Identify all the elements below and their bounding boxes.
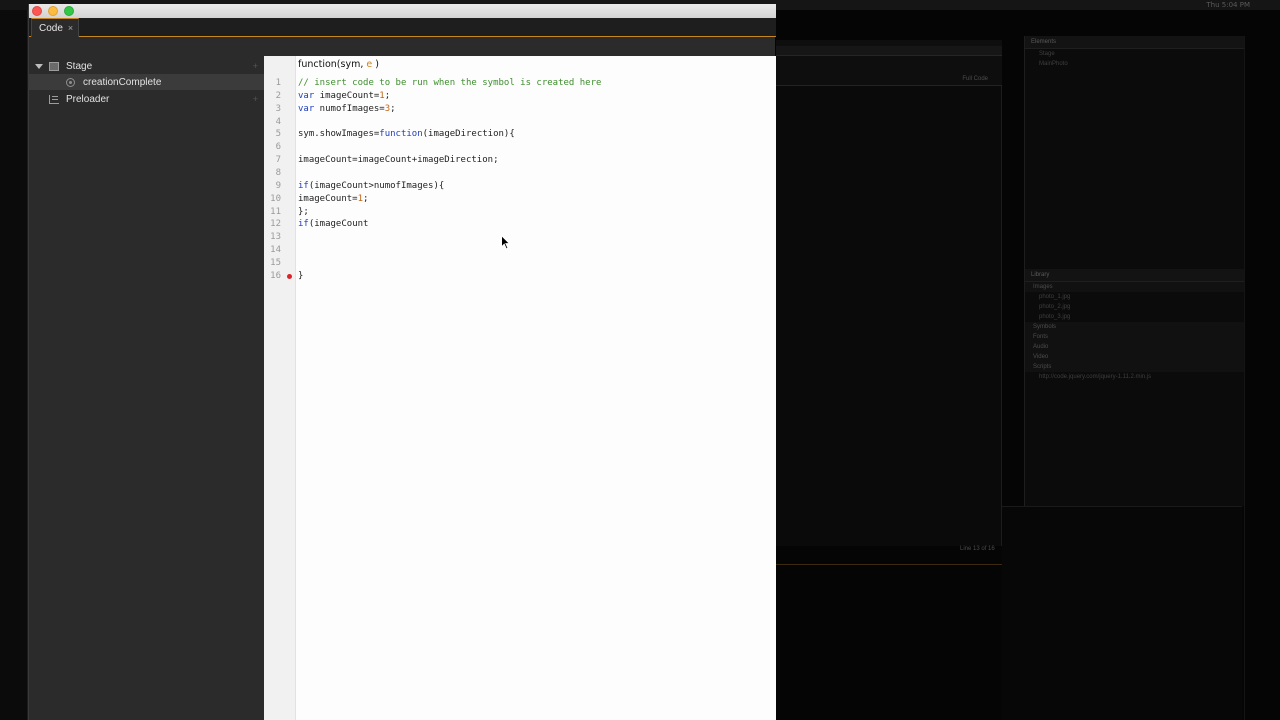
preloader-icon (49, 94, 59, 104)
library-item[interactable]: photo_2.jpg (1025, 302, 1244, 312)
add-action-icon[interactable]: + (253, 94, 258, 104)
line-number[interactable]: 16 (264, 270, 281, 283)
code-line[interactable]: 3 var numofImages=3; (264, 103, 776, 116)
code-line[interactable]: 12 if(imageCount (264, 218, 776, 231)
window-minimize-button[interactable] (48, 6, 58, 16)
library-panel-title[interactable]: Library (1025, 269, 1244, 282)
code-line[interactable]: 13 (264, 231, 776, 244)
code-line[interactable]: 8 (264, 167, 776, 180)
code-text[interactable]: imageCount=1; (298, 193, 368, 206)
tree-item-label: Preloader (66, 93, 110, 105)
line-number[interactable]: 12 (264, 218, 281, 231)
tree-item-preloader[interactable]: Preloader + (29, 91, 264, 107)
code-line[interactable]: 2 var imageCount=1; (264, 90, 776, 103)
full-code-button[interactable]: Full Code (962, 76, 988, 82)
right-panels: Elements Stage MainPhoto Library Images … (1024, 36, 1244, 506)
code-line[interactable]: 5 sym.showImages=function(imageDirection)… (264, 128, 776, 141)
tab-code-label: Code (39, 22, 63, 34)
timeline-divider (776, 564, 1002, 565)
line-number[interactable]: 7 (264, 154, 281, 167)
code-line[interactable]: 4 (264, 116, 776, 129)
code-line[interactable]: 6 (264, 141, 776, 154)
line-number[interactable]: 8 (264, 167, 281, 180)
library-section[interactable]: Scripts (1025, 362, 1244, 372)
add-action-icon[interactable]: + (253, 61, 258, 71)
stage-area (776, 86, 1002, 546)
code-text[interactable]: }; (298, 206, 309, 219)
library-section[interactable]: Audio (1025, 342, 1244, 352)
code-text[interactable]: var numofImages=3; (298, 103, 396, 116)
window-titlebar[interactable] (29, 4, 776, 18)
code-line[interactable]: 14 (264, 244, 776, 257)
tools-strip (0, 10, 28, 720)
stage-icon (49, 61, 59, 71)
right-edge-panel (1244, 36, 1280, 720)
tab-close-icon[interactable]: × (68, 23, 73, 33)
code-text[interactable]: imageCount=imageCount+imageDirection; (298, 154, 498, 167)
code-editor[interactable]: function(sym, e ) 1 // insert code to be … (264, 56, 776, 720)
code-line[interactable]: 16} (264, 270, 776, 283)
expand-arrow-icon[interactable] (35, 63, 43, 69)
timeline-panel: Full Code (776, 40, 1002, 86)
code-text[interactable]: if(imageCount>numofImages){ (298, 180, 444, 193)
line-number[interactable]: 15 (264, 257, 281, 270)
tree-item-stage[interactable]: Stage + (29, 58, 264, 74)
timeline-ruler (776, 46, 1002, 56)
line-number[interactable]: 10 (264, 193, 281, 206)
line-number[interactable]: 2 (264, 90, 281, 103)
line-number[interactable]: 6 (264, 141, 281, 154)
elements-item[interactable]: MainPhoto (1025, 59, 1244, 69)
line-number[interactable]: 9 (264, 180, 281, 193)
breakpoint-icon[interactable] (287, 273, 292, 279)
elements-panel-title[interactable]: Elements (1025, 36, 1244, 49)
line-number[interactable]: 11 (264, 206, 281, 219)
code-line[interactable]: 15 (264, 257, 776, 270)
window-zoom-button[interactable] (64, 6, 74, 16)
code-window: Code × Stage + creationComplete Preloade… (28, 4, 776, 720)
code-line[interactable]: 10 imageCount=1; (264, 193, 776, 206)
line-number[interactable]: 4 (264, 116, 281, 129)
properties-panel (1002, 506, 1242, 720)
tree-item-label: creationComplete (83, 76, 162, 88)
code-line[interactable]: 9 if(imageCount>numofImages){ (264, 180, 776, 193)
tree-item-creation-complete[interactable]: creationComplete (29, 74, 264, 90)
elements-item[interactable]: Stage (1025, 49, 1244, 59)
code-line[interactable]: 11}; (264, 206, 776, 219)
window-close-button[interactable] (32, 6, 42, 16)
function-signature-suffix: ) (372, 59, 379, 70)
line-number[interactable]: 14 (264, 244, 281, 257)
line-number[interactable]: 1 (264, 77, 281, 90)
library-item[interactable]: photo_1.jpg (1025, 292, 1244, 302)
code-text[interactable]: sym.showImages=function(imageDirection){ (298, 128, 515, 141)
library-item[interactable]: photo_3.jpg (1025, 312, 1244, 322)
line-number[interactable]: 3 (264, 103, 281, 116)
library-section[interactable]: Fonts (1025, 332, 1244, 342)
code-text[interactable]: } (298, 270, 303, 283)
code-text[interactable]: var imageCount=1; (298, 90, 390, 103)
code-tree: Stage + creationComplete Preloader + (29, 38, 264, 720)
library-section[interactable]: Symbols (1025, 322, 1244, 332)
tab-bar: Code × (29, 18, 776, 37)
function-signature-prefix: function(sym, (298, 59, 367, 70)
event-icon (66, 77, 75, 87)
line-indicator: Line 13 of 16 (960, 546, 995, 552)
code-text[interactable]: if(imageCount (298, 218, 368, 231)
menu-bar-clock: Thu 5:04 PM (1206, 1, 1250, 9)
library-script-item[interactable]: http://code.jquery.com/jquery-1.11.2.min… (1025, 372, 1244, 382)
function-signature: function(sym, e ) (298, 59, 379, 70)
code-line[interactable]: 1 // insert code to be run when the symbo… (264, 77, 776, 90)
tab-code[interactable]: Code × (31, 18, 80, 37)
tree-item-label: Stage (66, 60, 93, 72)
library-section[interactable]: Images (1025, 282, 1244, 292)
library-section[interactable]: Video (1025, 352, 1244, 362)
code-line[interactable]: 7 imageCount=imageCount+imageDirection; (264, 154, 776, 167)
code-text[interactable]: // insert code to be run when the symbol… (298, 77, 601, 90)
line-number[interactable]: 5 (264, 128, 281, 141)
line-number[interactable]: 13 (264, 231, 281, 244)
